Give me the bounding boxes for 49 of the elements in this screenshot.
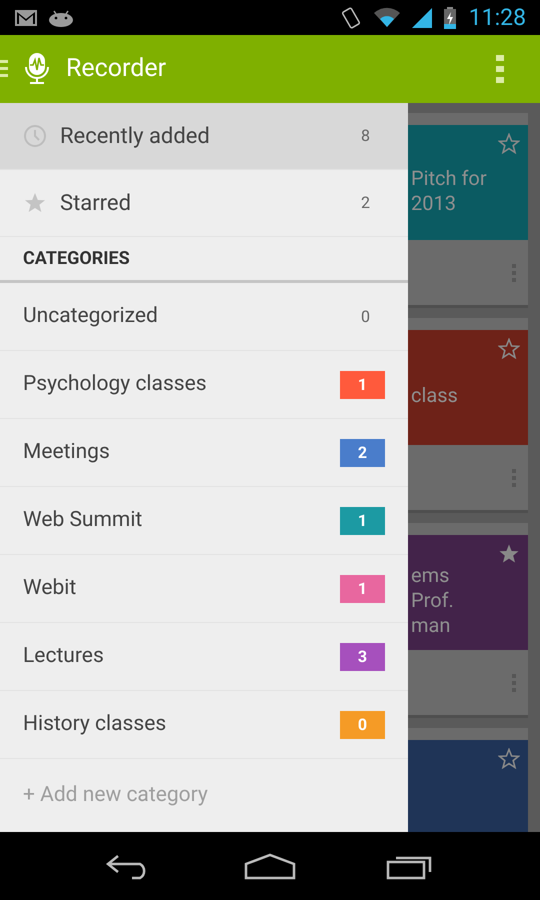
item-count: 8 xyxy=(361,125,370,147)
category-item[interactable]: History classes 0 xyxy=(0,691,408,759)
recording-title: 2013 xyxy=(411,190,457,216)
clock-time: 11:28 xyxy=(468,6,526,29)
category-label: Uncategorized xyxy=(23,302,159,330)
category-item[interactable]: Meetings 2 xyxy=(0,419,408,487)
recording-title: class xyxy=(411,383,459,408)
category-label: Web Summit xyxy=(23,506,144,534)
category-label: Webit xyxy=(23,574,78,602)
microphone-icon xyxy=(24,52,50,86)
count-badge: 0 xyxy=(340,710,385,738)
recording-title: Prof. xyxy=(411,588,455,613)
category-label: Meetings xyxy=(23,438,111,466)
recording-title: Pitch for xyxy=(411,166,488,190)
category-item[interactable]: Lectures 3 xyxy=(0,623,408,691)
overflow-menu-icon[interactable] xyxy=(496,54,504,84)
category-item[interactable]: Psychology classes 1 xyxy=(0,351,408,419)
section-header: CATEGORIES xyxy=(23,247,130,271)
category-count: 0 xyxy=(361,306,370,328)
count-badge: 2 xyxy=(340,438,385,466)
mail-icon xyxy=(14,8,38,26)
count-badge: 3 xyxy=(340,642,385,670)
category-item[interactable]: Webit 1 xyxy=(0,555,408,623)
star-icon[interactable] xyxy=(498,543,520,564)
count-badge: 1 xyxy=(340,370,385,398)
android-icon xyxy=(48,8,74,26)
recording-title: ems xyxy=(411,563,450,588)
item-label: Recently added xyxy=(60,122,211,150)
app-title: Recorder xyxy=(66,53,166,86)
home-icon[interactable] xyxy=(242,852,297,880)
category-item[interactable]: Web Summit 1 xyxy=(0,487,408,555)
star-icon[interactable] xyxy=(498,338,520,359)
star-icon[interactable] xyxy=(498,133,520,154)
signal-icon xyxy=(410,6,433,28)
clock-icon xyxy=(23,124,47,148)
category-label: Psychology classes xyxy=(23,370,208,398)
battery-icon xyxy=(442,6,457,30)
drawer-item[interactable]: Recently added 8 xyxy=(0,103,408,170)
item-label: Starred xyxy=(60,190,132,218)
wifi-icon xyxy=(372,6,401,28)
category-item[interactable]: Uncategorized 0 xyxy=(0,283,408,351)
category-label: History classes xyxy=(23,710,168,738)
item-count: 2 xyxy=(361,192,370,214)
category-label: Lectures xyxy=(23,642,105,670)
count-badge: 1 xyxy=(340,574,385,602)
menu-icon[interactable] xyxy=(0,58,8,80)
star-icon[interactable] xyxy=(498,748,520,769)
count-badge: 1 xyxy=(340,506,385,534)
recording-title: man xyxy=(411,613,452,638)
